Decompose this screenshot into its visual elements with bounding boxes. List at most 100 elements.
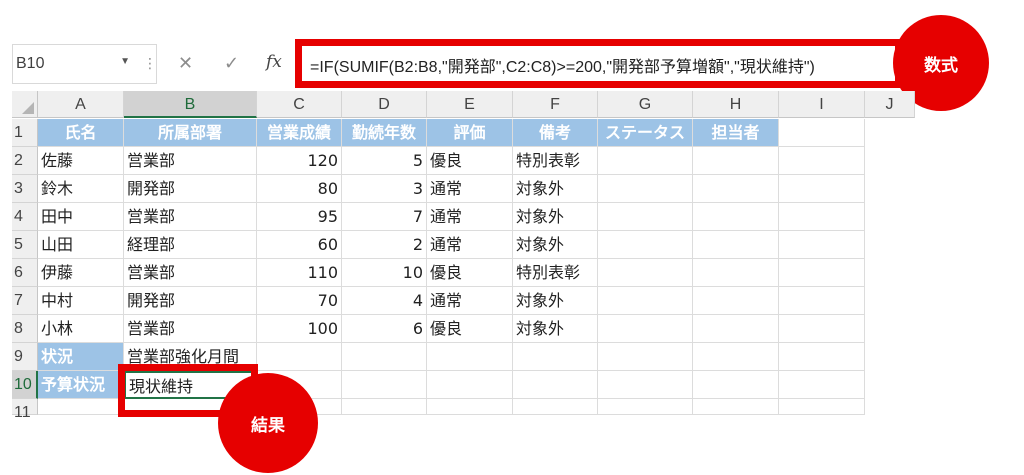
table-cell[interactable]: 通常 [427, 231, 513, 259]
column-header-b[interactable]: B [124, 91, 257, 118]
table-cell[interactable]: 100 [257, 315, 342, 343]
cell[interactable] [342, 371, 427, 399]
cell[interactable] [779, 343, 865, 371]
row-header-11[interactable]: 11 [12, 399, 38, 421]
cell[interactable] [598, 287, 693, 315]
cell[interactable] [693, 147, 779, 175]
row-header-2[interactable]: 2 [12, 147, 38, 175]
cell[interactable] [693, 371, 779, 399]
table-cell[interactable]: 4 [342, 287, 427, 315]
table-cell[interactable]: 通常 [427, 203, 513, 231]
table-cell[interactable]: 営業部 [124, 259, 257, 287]
status-label[interactable]: 状況 [38, 343, 124, 371]
table-cell[interactable]: 開発部 [124, 175, 257, 203]
header-cell[interactable]: 営業成績 [257, 119, 342, 147]
cell[interactable] [598, 315, 693, 343]
cell[interactable] [779, 315, 865, 343]
table-cell[interactable]: 営業部 [124, 147, 257, 175]
row-header-1[interactable]: 1 [12, 119, 38, 147]
table-cell[interactable]: 佐藤 [38, 147, 124, 175]
cell[interactable] [693, 259, 779, 287]
cell[interactable] [779, 287, 865, 315]
cell[interactable] [598, 259, 693, 287]
cell[interactable] [427, 371, 513, 399]
cell[interactable] [693, 203, 779, 231]
table-cell[interactable]: 120 [257, 147, 342, 175]
column-header-i[interactable]: I [779, 91, 865, 118]
table-cell[interactable]: 7 [342, 203, 427, 231]
table-cell[interactable]: 優良 [427, 147, 513, 175]
table-cell[interactable]: 山田 [38, 231, 124, 259]
table-cell[interactable]: 10 [342, 259, 427, 287]
cell[interactable] [427, 343, 513, 371]
table-cell[interactable]: 営業部 [124, 203, 257, 231]
table-cell[interactable]: 優良 [427, 259, 513, 287]
table-cell[interactable]: 95 [257, 203, 342, 231]
cell[interactable] [342, 399, 427, 415]
table-cell[interactable]: 80 [257, 175, 342, 203]
cell[interactable] [779, 371, 865, 399]
cell[interactable] [779, 147, 865, 175]
cell[interactable] [598, 147, 693, 175]
cell[interactable] [693, 231, 779, 259]
column-header-a[interactable]: A [38, 91, 124, 118]
header-cell[interactable]: 担当者 [693, 119, 779, 147]
cell[interactable] [38, 399, 124, 415]
table-cell[interactable]: 伊藤 [38, 259, 124, 287]
header-cell[interactable]: 備考 [513, 119, 598, 147]
table-cell[interactable]: 通常 [427, 175, 513, 203]
row-header-5[interactable]: 5 [12, 231, 38, 259]
table-cell[interactable]: 営業部 [124, 315, 257, 343]
header-cell[interactable]: 評価 [427, 119, 513, 147]
row-header-6[interactable]: 6 [12, 259, 38, 287]
table-cell[interactable]: 3 [342, 175, 427, 203]
row-header-7[interactable]: 7 [12, 287, 38, 315]
cell[interactable] [779, 119, 865, 147]
table-cell[interactable]: 田中 [38, 203, 124, 231]
cell[interactable] [693, 287, 779, 315]
cell[interactable] [693, 343, 779, 371]
column-header-j[interactable]: J [865, 91, 915, 118]
table-cell[interactable]: 対象外 [513, 203, 598, 231]
table-cell[interactable]: 特別表彰 [513, 147, 598, 175]
column-header-h[interactable]: H [693, 91, 779, 118]
cell[interactable] [598, 343, 693, 371]
dropdown-arrow-icon[interactable]: ▼ [120, 56, 130, 67]
column-header-e[interactable]: E [427, 91, 513, 118]
table-cell[interactable]: 対象外 [513, 231, 598, 259]
row-header-9[interactable]: 9 [12, 343, 38, 371]
cell[interactable] [342, 343, 427, 371]
budget-label[interactable]: 予算状況 [38, 371, 124, 399]
table-cell[interactable]: 鈴木 [38, 175, 124, 203]
table-cell[interactable]: 対象外 [513, 315, 598, 343]
table-cell[interactable]: 5 [342, 147, 427, 175]
table-cell[interactable]: 対象外 [513, 175, 598, 203]
select-all-button[interactable] [12, 91, 38, 118]
table-cell[interactable]: 60 [257, 231, 342, 259]
column-header-c[interactable]: C [257, 91, 342, 118]
row-header-10[interactable]: 10 [12, 371, 38, 399]
table-cell[interactable]: 70 [257, 287, 342, 315]
header-cell[interactable]: ステータス [598, 119, 693, 147]
cell[interactable] [779, 231, 865, 259]
row-header-3[interactable]: 3 [12, 175, 38, 203]
header-cell[interactable]: 所属部署 [124, 119, 257, 147]
column-header-d[interactable]: D [342, 91, 427, 118]
more-options-icon[interactable]: ⋮ [143, 56, 157, 72]
cancel-icon[interactable]: ✕ [178, 53, 193, 74]
enter-icon[interactable]: ✓ [224, 53, 239, 74]
table-cell[interactable]: 6 [342, 315, 427, 343]
cell[interactable] [779, 259, 865, 287]
cell[interactable] [513, 343, 598, 371]
cell[interactable] [598, 231, 693, 259]
table-cell[interactable]: 2 [342, 231, 427, 259]
cell[interactable] [257, 343, 342, 371]
table-cell[interactable]: 優良 [427, 315, 513, 343]
cell[interactable] [598, 399, 693, 415]
cell[interactable] [598, 175, 693, 203]
cell[interactable] [427, 399, 513, 415]
table-cell[interactable]: 110 [257, 259, 342, 287]
cell[interactable] [779, 175, 865, 203]
table-cell[interactable]: 特別表彰 [513, 259, 598, 287]
table-cell[interactable]: 開発部 [124, 287, 257, 315]
